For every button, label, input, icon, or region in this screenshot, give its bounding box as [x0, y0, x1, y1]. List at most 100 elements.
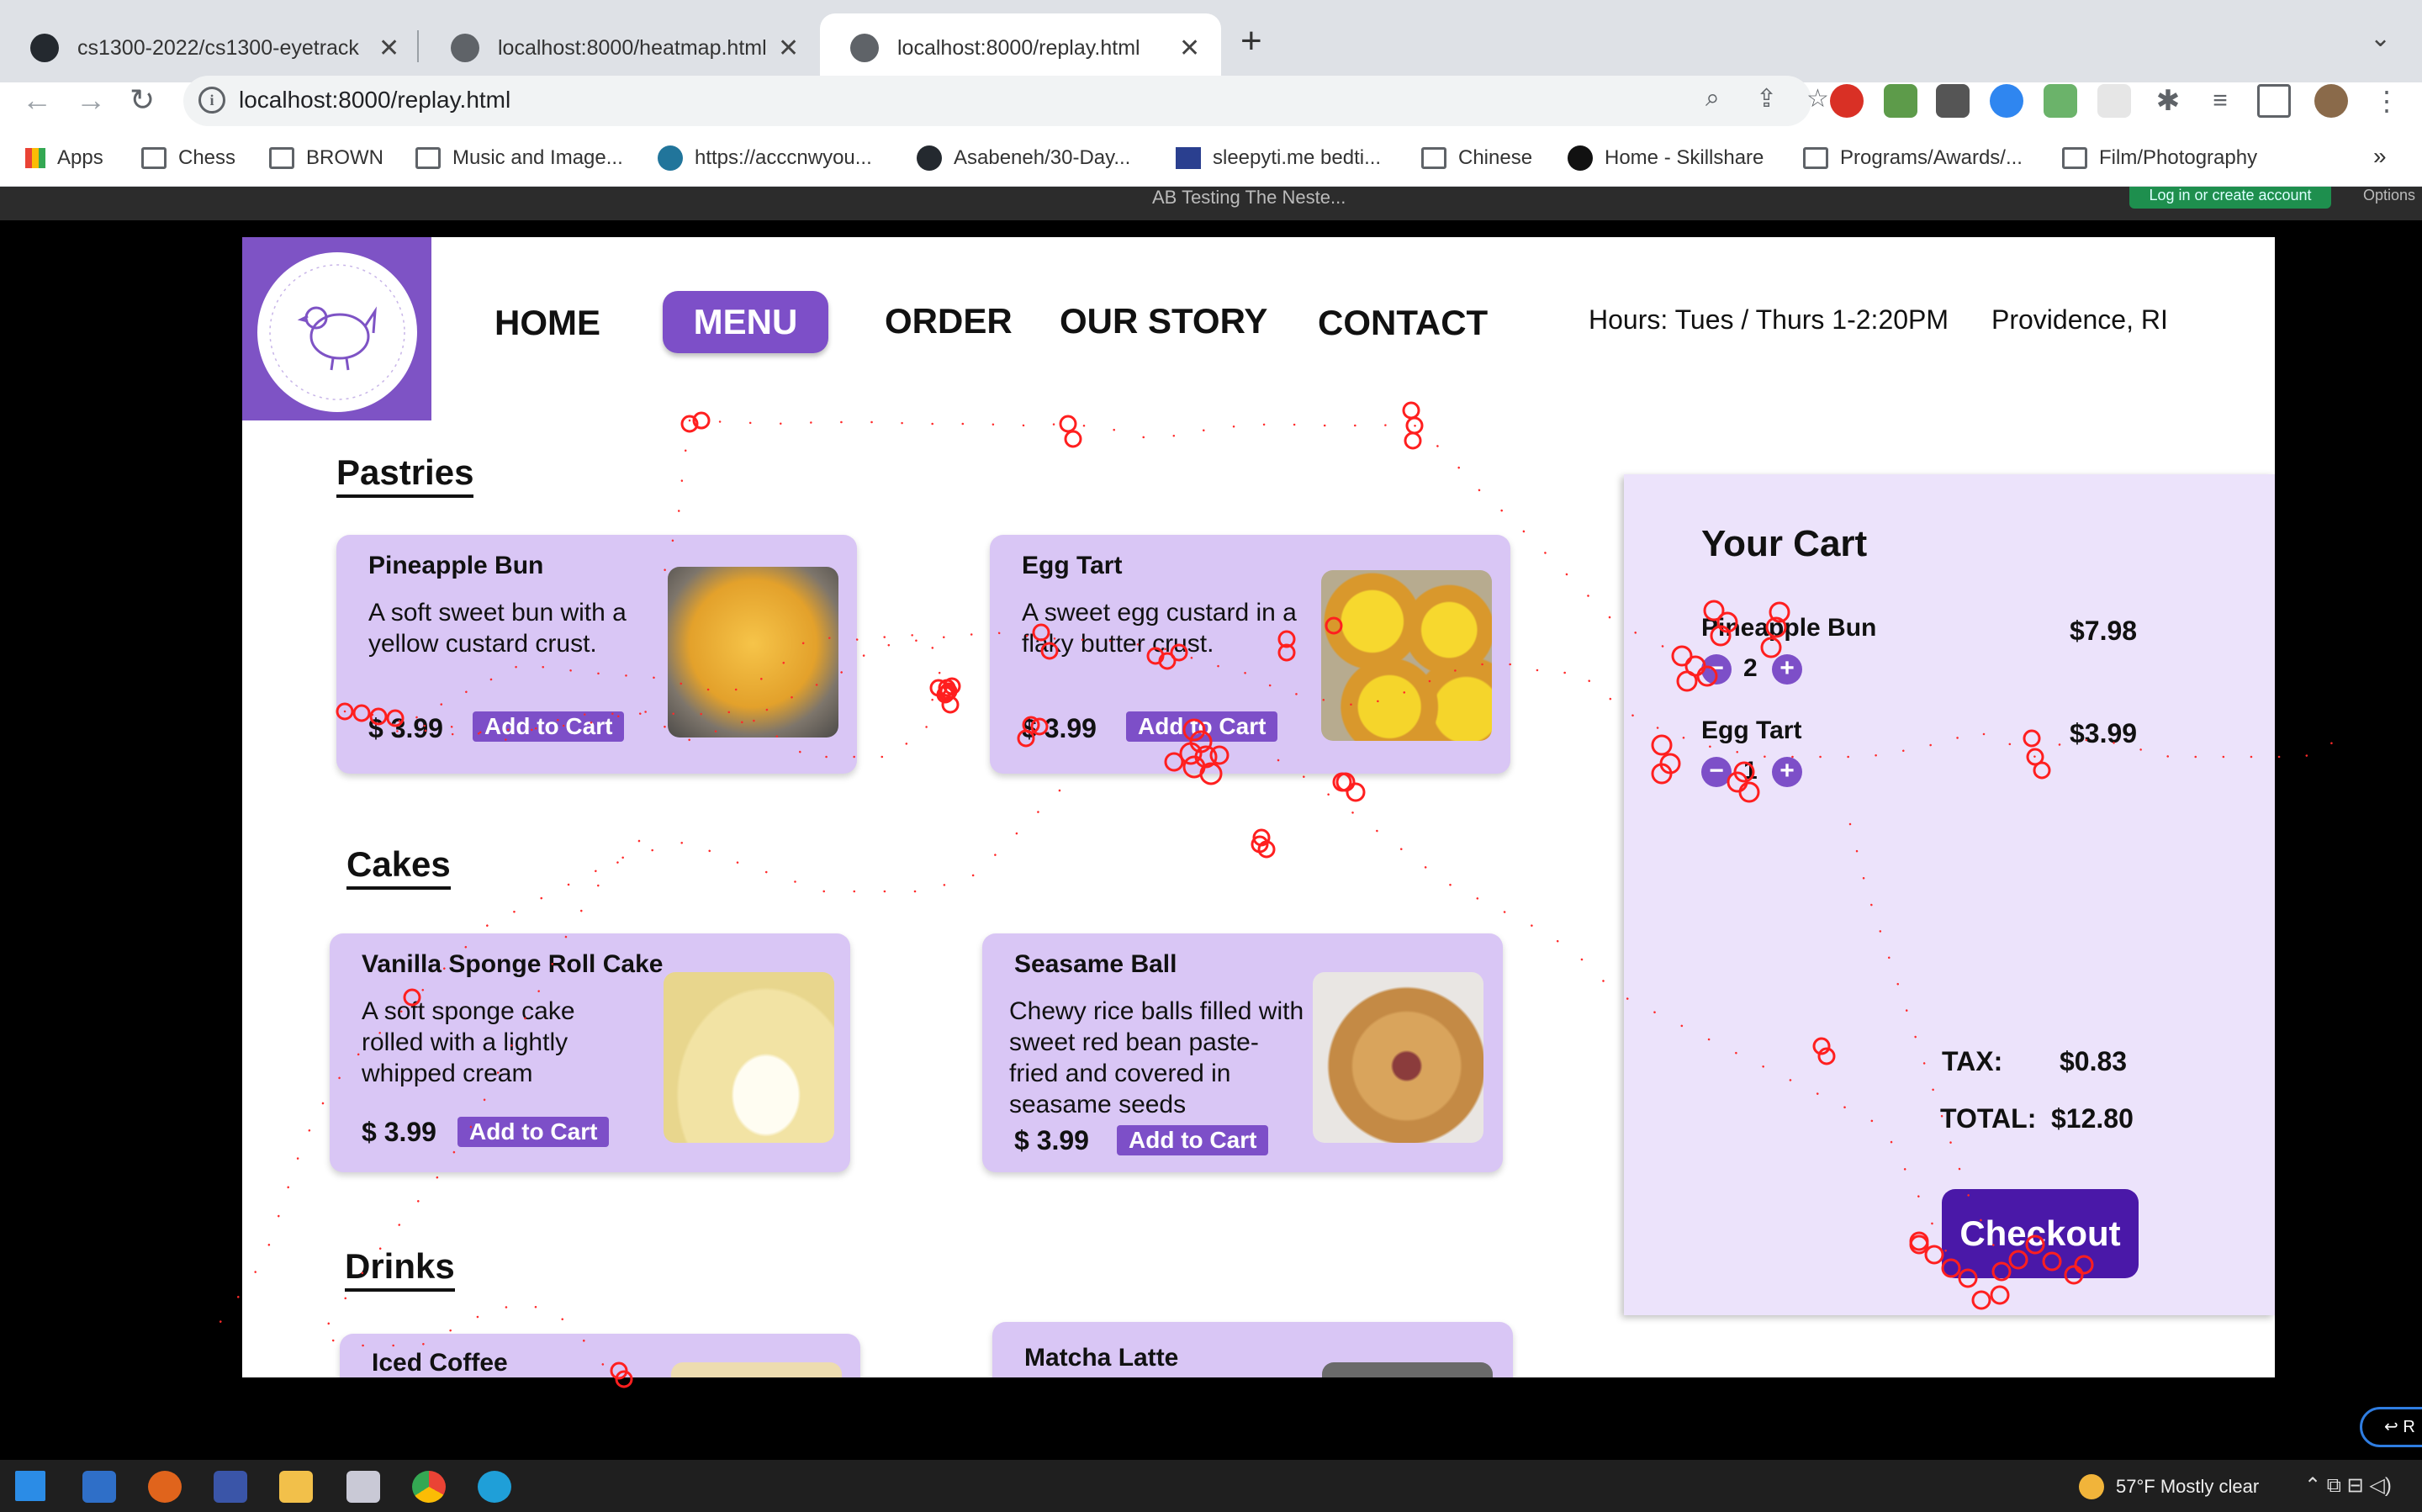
chrome-icon[interactable] — [412, 1471, 446, 1503]
file-explorer-icon[interactable] — [279, 1471, 313, 1503]
weather-widget[interactable]: 57°F Mostly clear — [2079, 1474, 2259, 1499]
skillshare-icon — [1568, 145, 1593, 171]
nav-menu[interactable]: MENU — [663, 291, 828, 353]
bookmark-label: Home - Skillshare — [1605, 146, 1764, 169]
forward-icon[interactable]: → — [76, 82, 106, 118]
media-icon[interactable]: ≡ — [2203, 84, 2237, 118]
globe-icon — [451, 34, 479, 62]
app-icon[interactable] — [346, 1471, 380, 1503]
extension-icon[interactable] — [2044, 84, 2077, 118]
start-icon[interactable] — [15, 1471, 45, 1501]
sleepytime-icon — [1176, 147, 1201, 169]
section-title-cakes: Cakes — [346, 843, 451, 890]
roll-cake-image — [664, 972, 834, 1143]
nav-our-story[interactable]: OUR STORY — [1060, 301, 1267, 341]
more-menu-icon[interactable]: ⋮ — [2370, 84, 2403, 118]
puzzle-icon[interactable]: ✱ — [2151, 84, 2185, 118]
pineapple-bun-image — [668, 567, 838, 737]
product-card-seasame-ball: Seasame Ball Chewy rice balls filled wit… — [982, 933, 1503, 1172]
bookmark-brown[interactable]: BROWN — [269, 143, 383, 173]
checkout-button[interactable]: Checkout — [1942, 1189, 2139, 1278]
mail-icon[interactable] — [82, 1471, 116, 1503]
product-card-vanilla-sponge-roll-cake: Vanilla Sponge Roll Cake A soft sponge c… — [330, 933, 850, 1172]
reload-icon[interactable]: ↻ — [130, 82, 155, 118]
github-icon — [30, 34, 59, 62]
side-panel-icon[interactable] — [2257, 84, 2291, 118]
url-text[interactable]: localhost:8000/replay.html — [239, 87, 510, 114]
product-card-matcha-latte: Matcha Latte — [992, 1322, 1513, 1377]
nav-contact[interactable]: CONTACT — [1318, 303, 1488, 343]
bookmark-star-icon[interactable]: ☆ — [1806, 84, 1829, 114]
bookmarks-more-button[interactable]: » — [2373, 143, 2387, 170]
add-to-cart-button[interactable]: Add to Cart — [1117, 1125, 1269, 1155]
add-to-cart-button[interactable]: Add to Cart — [457, 1117, 610, 1147]
bookmark-wordpress[interactable]: https://acccnwyou... — [658, 143, 872, 173]
extension-icon[interactable] — [2097, 84, 2131, 118]
tab-github[interactable]: cs1300-2022/cs1300-eyetrack ✕ — [0, 13, 420, 82]
increase-quantity-button[interactable]: + — [1772, 654, 1802, 685]
wordpress-icon — [658, 145, 683, 171]
back-icon[interactable]: ← — [22, 82, 52, 118]
nav-home[interactable]: HOME — [494, 303, 600, 343]
increase-quantity-button[interactable]: + — [1772, 757, 1802, 787]
close-icon[interactable]: ✕ — [1179, 34, 1200, 63]
address-bar[interactable]: i localhost:8000/replay.html ⌕ ⇪ ☆ — [183, 76, 1829, 126]
powershell-icon[interactable] — [214, 1471, 247, 1503]
iced-coffee-image — [671, 1362, 842, 1377]
prototype-title: AB Testing The Neste... — [1152, 187, 1346, 208]
bookmark-label: Music and Image... — [452, 146, 623, 169]
extension-icon[interactable] — [1884, 84, 1917, 118]
tab-replay[interactable]: localhost:8000/replay.html ✕ — [820, 13, 1221, 82]
site-info-icon[interactable]: i — [198, 87, 225, 114]
bookmark-label: Apps — [57, 146, 103, 169]
bookmark-asabeneh[interactable]: Asabeneh/30-Day... — [917, 143, 1130, 173]
prototype-top-bar: AB Testing The Neste... Log in or create… — [0, 187, 2422, 220]
product-card-pineapple-bun: Pineapple Bun A soft sweet bun with a ye… — [336, 535, 857, 774]
cart-item-name: Egg Tart — [1701, 716, 1802, 744]
zoom-icon[interactable]: ⌕ — [1705, 84, 1720, 113]
section-title-drinks: Drinks — [345, 1245, 455, 1292]
close-icon[interactable]: ✕ — [778, 34, 799, 63]
folder-icon — [2062, 147, 2087, 169]
bookmark-sleepytime[interactable]: sleepyti.me bedti... — [1176, 143, 1381, 173]
tab-strip: cs1300-2022/cs1300-eyetrack ✕ localhost:… — [0, 0, 2422, 82]
bookmark-programs[interactable]: Programs/Awards/... — [1803, 143, 2023, 173]
logo[interactable] — [242, 237, 431, 420]
bookmark-label: Programs/Awards/... — [1840, 146, 2023, 169]
decrease-quantity-button[interactable]: − — [1701, 654, 1732, 685]
logo-badge — [257, 252, 417, 412]
product-price: $ 3.99 — [1022, 713, 1097, 743]
product-name: Egg Tart — [1022, 552, 1123, 579]
share-icon[interactable]: ⇪ — [1756, 84, 1777, 114]
extension-icon[interactable] — [1936, 84, 1970, 118]
bookmark-chess[interactable]: Chess — [141, 143, 235, 173]
system-tray-icons[interactable]: ⌃ ⧉ ⊟ ◁) — [2304, 1473, 2392, 1498]
bookmark-film[interactable]: Film/Photography — [2062, 143, 2257, 173]
matcha-latte-image — [1322, 1362, 1493, 1377]
login-button[interactable]: Log in or create account — [2129, 187, 2331, 209]
close-icon[interactable]: ✕ — [378, 34, 399, 63]
bookmark-label: Chinese — [1458, 146, 1533, 169]
decrease-quantity-button[interactable]: − — [1701, 757, 1732, 787]
bookmark-label: Film/Photography — [2099, 146, 2258, 169]
product-description: A soft sponge cake rolled with a lightly… — [362, 997, 575, 1087]
app-icon[interactable] — [148, 1471, 182, 1503]
add-to-cart-button[interactable]: Add to Cart — [1126, 711, 1278, 742]
tab-search-icon[interactable]: ⌄ — [2370, 24, 2391, 53]
tab-heatmap[interactable]: localhost:8000/heatmap.html ✕ — [420, 13, 820, 82]
extension-icon[interactable] — [1990, 84, 2023, 118]
new-tab-button[interactable]: + — [1240, 20, 1262, 62]
avatar[interactable] — [2314, 84, 2348, 118]
bookmark-skillshare[interactable]: Home - Skillshare — [1568, 143, 1764, 173]
bookmark-apps[interactable]: Apps — [25, 143, 103, 173]
replay-button[interactable]: ↩ R — [2360, 1407, 2422, 1447]
options-button[interactable]: Options — [2363, 187, 2415, 204]
tax-value: $0.83 — [2060, 1046, 2128, 1076]
bookmark-chinese[interactable]: Chinese — [1421, 143, 1532, 173]
add-to-cart-button[interactable]: Add to Cart — [473, 711, 625, 742]
edge-icon[interactable] — [478, 1471, 511, 1503]
extension-icon[interactable] — [1830, 84, 1864, 118]
nav-order[interactable]: ORDER — [885, 301, 1013, 341]
bookmark-music[interactable]: Music and Image... — [415, 143, 623, 173]
folder-icon — [141, 147, 167, 169]
